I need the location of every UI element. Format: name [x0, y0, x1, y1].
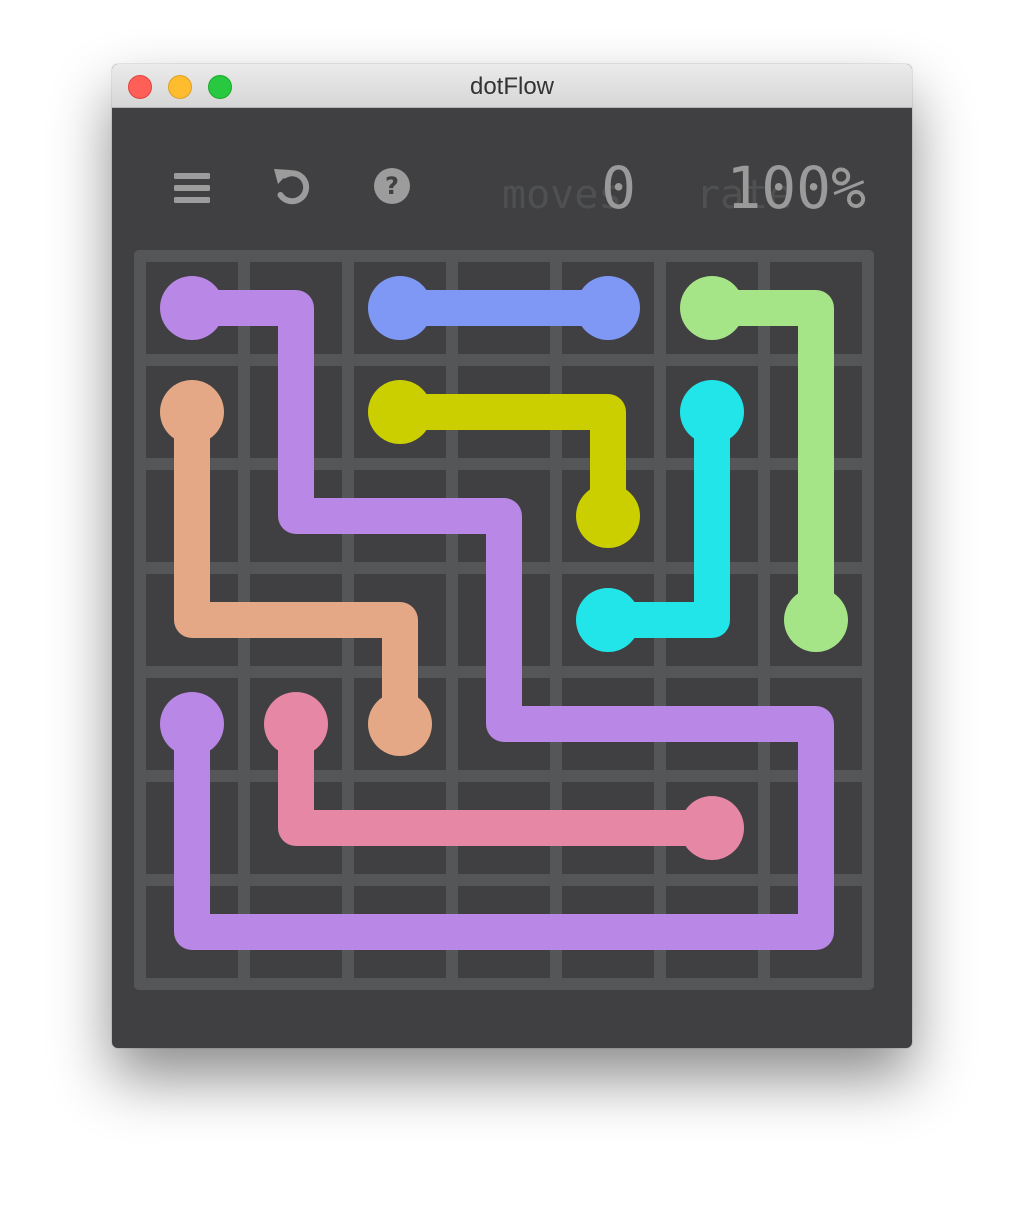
flow-dot-green[interactable]	[680, 276, 744, 340]
moves-value: 0	[601, 154, 636, 222]
question-mark-icon: ?	[385, 172, 399, 200]
flow-dot-cyan[interactable]	[576, 588, 640, 652]
rate-value: 100%	[726, 154, 866, 222]
flow-dot-purple[interactable]	[160, 276, 224, 340]
flow-dot-pink[interactable]	[680, 796, 744, 860]
flow-dot-pink[interactable]	[264, 692, 328, 756]
hamburger-menu-icon[interactable]	[172, 168, 212, 208]
flow-dot-salmon[interactable]	[368, 692, 432, 756]
flow-dot-olive[interactable]	[368, 380, 432, 444]
window-title: dotFlow	[469, 73, 555, 100]
flow-dot-olive[interactable]	[576, 484, 640, 548]
game-content: ? moves 0 rate 100%	[112, 108, 912, 1048]
flow-dot-cyan[interactable]	[680, 380, 744, 444]
flow-dot-green[interactable]	[784, 588, 848, 652]
help-button[interactable]: ?	[374, 168, 410, 204]
app-window: dotFlow ? moves 0 rate 100%	[112, 64, 912, 1048]
flow-dot-salmon[interactable]	[160, 380, 224, 444]
game-board[interactable]	[134, 250, 874, 990]
flow-dot-blue[interactable]	[576, 276, 640, 340]
undo-arrow-icon[interactable]	[272, 166, 312, 206]
flow-dot-blue[interactable]	[368, 276, 432, 340]
title-bar: dotFlow	[112, 64, 912, 108]
flow-dot-purple[interactable]	[160, 692, 224, 756]
